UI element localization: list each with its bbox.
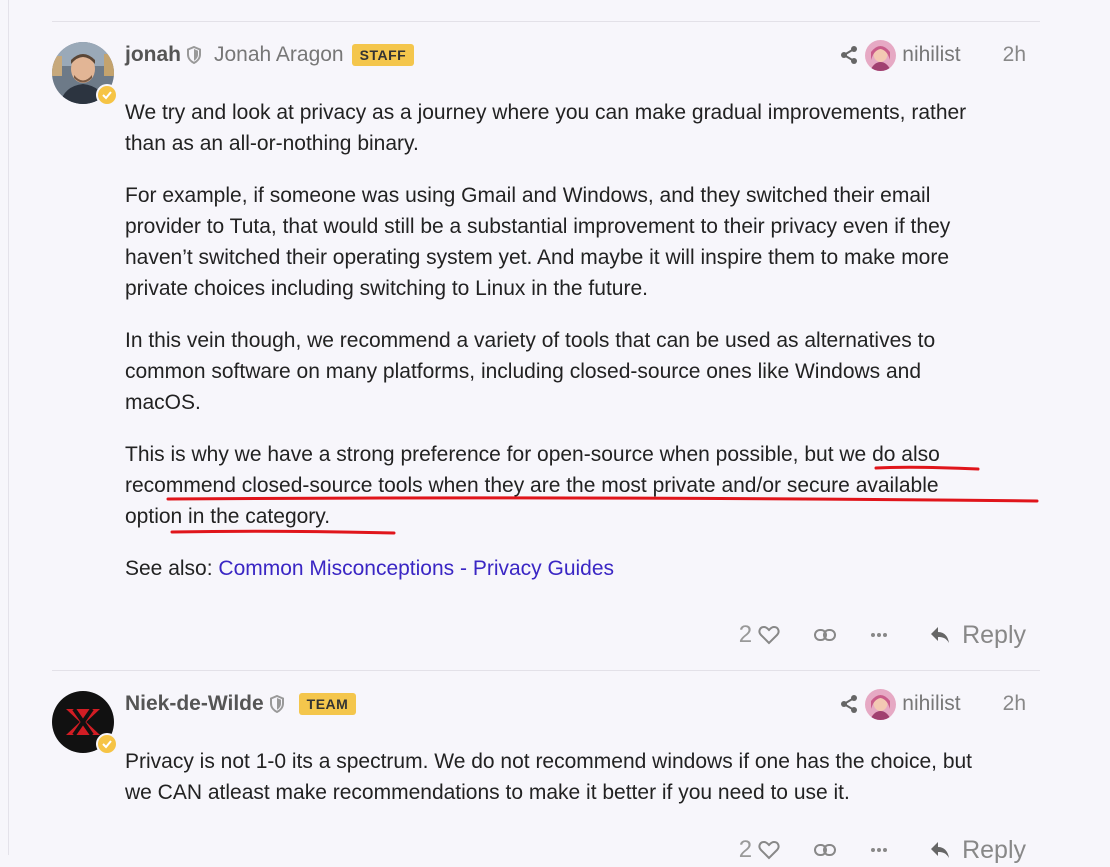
staff-badge: STAFF xyxy=(351,44,415,66)
reply-arrow-icon xyxy=(931,842,950,858)
reply-button[interactable]: Reply xyxy=(930,836,1026,865)
heart-icon[interactable] xyxy=(758,840,780,860)
see-also-link[interactable]: Common Misconceptions - Privacy Guides xyxy=(218,557,614,580)
reply-to-avatar[interactable] xyxy=(865,688,897,720)
reply-arrow-icon xyxy=(931,627,950,643)
post-jonah: jonah Jonah Aragon STAFF nihilist 2h We … xyxy=(52,39,1040,655)
post-actions: 2 Reply xyxy=(739,618,1026,652)
username[interactable]: Niek-de-Wilde xyxy=(125,692,264,716)
post-divider xyxy=(52,670,1040,671)
reply-to-avatar[interactable] xyxy=(865,39,897,71)
post-meta-right: nihilist 2h xyxy=(839,688,1026,720)
like-count[interactable]: 2 xyxy=(739,836,752,864)
post-time[interactable]: 2h xyxy=(1003,43,1026,67)
post-meta-right: nihilist 2h xyxy=(839,39,1026,71)
heart-icon[interactable] xyxy=(758,625,780,645)
avatar-wrapper xyxy=(52,42,118,106)
like-count[interactable]: 2 xyxy=(739,621,752,649)
team-badge: TEAM xyxy=(298,693,357,715)
post-divider xyxy=(52,21,1040,22)
paragraph: Privacy is not 1-0 its a spectrum. We do… xyxy=(125,750,973,804)
share-icon[interactable] xyxy=(839,45,859,65)
post-body: Privacy is not 1-0 its a spectrum. We do… xyxy=(125,746,1000,829)
more-options-icon[interactable] xyxy=(870,847,888,853)
username[interactable]: jonah xyxy=(125,43,181,67)
paragraph: We try and look at privacy as a journey … xyxy=(125,101,967,155)
full-name[interactable]: Jonah Aragon xyxy=(214,43,344,67)
paragraph: In this vein though, we recommend a vari… xyxy=(125,329,936,414)
reply-button[interactable]: Reply xyxy=(930,621,1026,650)
post-actions: 2 Reply xyxy=(739,833,1026,867)
left-border xyxy=(8,0,9,855)
shield-icon xyxy=(269,695,285,713)
share-icon[interactable] xyxy=(839,694,859,714)
avatar-wrapper xyxy=(52,691,118,755)
reply-label: Reply xyxy=(962,835,1026,864)
more-options-icon[interactable] xyxy=(870,632,888,638)
flair-check-icon xyxy=(96,84,118,106)
annotation-strokes xyxy=(166,465,1039,535)
link-icon[interactable] xyxy=(814,628,837,642)
reply-to-username[interactable]: nihilist xyxy=(902,692,960,716)
shield-icon xyxy=(186,46,202,64)
see-also: See also: Common Misconceptions - Privac… xyxy=(125,553,1000,584)
reply-label: Reply xyxy=(962,620,1026,649)
paragraph: For example, if someone was using Gmail … xyxy=(125,184,951,300)
see-also-label: See also: xyxy=(125,557,219,580)
post-time[interactable]: 2h xyxy=(1003,692,1026,716)
flair-check-icon xyxy=(96,733,118,755)
post-niek: Niek-de-Wilde TEAM nihilist 2h Privacy i… xyxy=(52,688,1040,864)
reply-to-username[interactable]: nihilist xyxy=(902,43,960,67)
